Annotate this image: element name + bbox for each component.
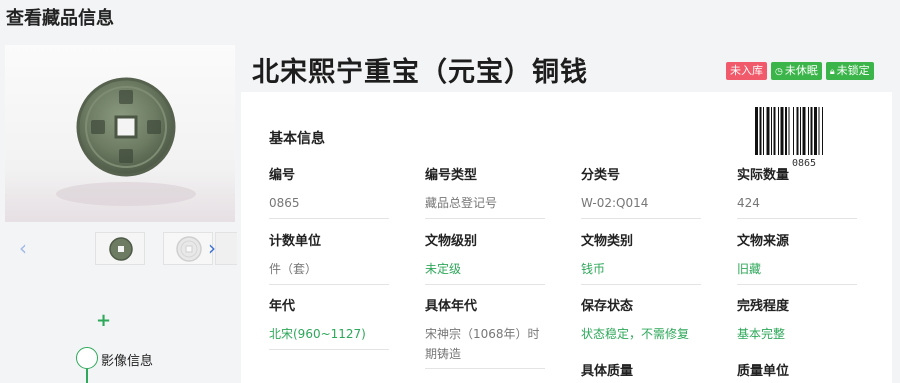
- timeline-line: [86, 369, 88, 383]
- field-classification: 分类号 W-02:Q014: [581, 164, 701, 219]
- field-relic-source: 文物来源 旧藏: [737, 230, 857, 285]
- object-title: 北宋熙宁重宝（元宝）铜钱: [252, 57, 588, 88]
- barcode-bar: [800, 107, 801, 155]
- field-label: 保存状态: [581, 299, 634, 314]
- barcode-bar: [802, 107, 806, 155]
- barcode-bar: [788, 107, 790, 155]
- field-specific-mass: 具体质量: [581, 360, 701, 379]
- field-value: 藏品总登记号: [425, 193, 545, 219]
- timeline-label-image-info[interactable]: 影像信息: [101, 350, 153, 369]
- field-label: 编号类型: [425, 168, 478, 183]
- status-badges: 未入库 ◷ 未休眠 🔒︎ 未锁定: [726, 62, 874, 80]
- basic-info-card: 基本信息 0865 编号 0865 编号类型 藏品总登记号 分类号 W-02:Q…: [241, 92, 892, 383]
- coin-thumb-image: [109, 237, 133, 261]
- barcode-bar: [785, 107, 787, 155]
- barcode-bar: [766, 107, 770, 155]
- field-label: 编号: [269, 168, 296, 183]
- field-era: 年代 北宋(960~1127): [269, 295, 389, 350]
- field-specific-era: 具体年代 宋神宗（1068年）时期铸造: [425, 295, 545, 369]
- field-value: 基本完整: [737, 327, 786, 341]
- status-badge-lock: 🔒︎ 未锁定: [825, 62, 874, 80]
- field-number: 编号 0865: [269, 164, 389, 219]
- field-value: 宋神宗（1068年）时期铸造: [425, 324, 545, 369]
- badge-label: 未入库: [730, 64, 763, 77]
- barcode-bar: [773, 107, 776, 155]
- barcode-bar: [771, 107, 772, 155]
- barcode-bar: [793, 107, 794, 155]
- field-value: 状态稳定，不需修复: [581, 327, 690, 341]
- field-value: 北宋(960~1127): [269, 324, 389, 350]
- thumbnail-coin[interactable]: [95, 232, 145, 265]
- status-badge-dormant: ◷ 未休眠: [771, 62, 822, 80]
- field-label: 分类号: [581, 168, 621, 183]
- field-value: 424: [737, 193, 857, 219]
- field-value: W-02:Q014: [581, 193, 701, 219]
- chevron-right-icon[interactable]: ›: [208, 236, 216, 260]
- plus-icon[interactable]: +: [96, 310, 111, 331]
- main-object-image[interactable]: [5, 45, 235, 222]
- field-count-unit: 计数单位 件（套）: [269, 230, 389, 285]
- field-label: 文物级别: [425, 234, 478, 249]
- barcode-bar: [759, 107, 762, 155]
- field-value: 未定级: [425, 259, 545, 285]
- barcode-bar: [755, 107, 758, 155]
- field-actual-quantity: 实际数量 424: [737, 164, 857, 219]
- field-number-type: 编号类型 藏品总登记号: [425, 164, 545, 219]
- thumbnail-partial[interactable]: [215, 232, 237, 265]
- chevron-left-icon[interactable]: ‹: [19, 236, 27, 260]
- barcode-bar: [778, 107, 779, 155]
- field-label: 质量单位: [737, 364, 790, 379]
- field-value: 旧藏: [737, 259, 857, 285]
- barcode-bar: [808, 107, 809, 155]
- page-title: 查看藏品信息: [6, 8, 114, 29]
- clock-icon: ◷: [775, 67, 783, 77]
- field-label: 年代: [269, 299, 296, 314]
- field-label: 完残程度: [737, 299, 790, 314]
- barcode-bar: [810, 107, 813, 155]
- field-preservation-state: 保存状态 状态稳定，不需修复: [581, 295, 701, 350]
- field-relic-level: 文物级别 未定级: [425, 230, 545, 285]
- badge-label: 未锁定: [836, 64, 870, 77]
- coin-photo: [56, 77, 196, 206]
- field-mass-unit: 质量单位: [737, 360, 857, 379]
- field-value: 钱币: [581, 259, 701, 285]
- field-value: 0865: [269, 193, 389, 219]
- field-label: 具体年代: [425, 299, 478, 314]
- badge-label: 未休眠: [784, 64, 818, 77]
- status-badge-storage: 未入库: [726, 62, 767, 80]
- field-label: 文物来源: [737, 234, 790, 249]
- rubbing-thumb-image: [176, 236, 202, 262]
- barcode-bar: [822, 107, 823, 155]
- barcode-bar: [780, 107, 784, 155]
- barcode-bar: [814, 107, 817, 155]
- lock-icon: 🔒︎: [829, 67, 835, 77]
- field-label: 文物类别: [581, 234, 634, 249]
- field-value: 件（套）: [269, 259, 389, 285]
- timeline-node[interactable]: [76, 347, 98, 369]
- barcode-bar: [763, 107, 764, 155]
- section-title: 基本信息: [269, 131, 325, 147]
- field-label: 具体质量: [581, 364, 634, 379]
- barcode-bar: [818, 107, 820, 155]
- field-completeness: 完残程度 基本完整: [737, 295, 857, 350]
- thumbnail-carousel: ‹ ›: [5, 228, 237, 268]
- field-label: 实际数量: [737, 168, 790, 183]
- thumbnail-rubbing[interactable]: [163, 232, 213, 265]
- barcode-bar: [796, 107, 799, 155]
- field-relic-category: 文物类别 钱币: [581, 230, 701, 285]
- field-label: 计数单位: [269, 234, 322, 249]
